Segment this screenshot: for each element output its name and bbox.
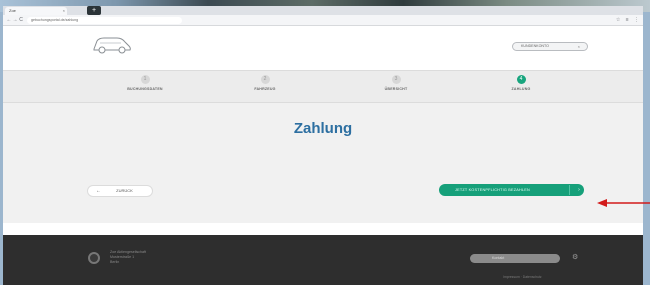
logo[interactable] xyxy=(91,34,133,56)
tab-title: Zoe xyxy=(9,8,16,13)
pay-button-label: JETZT KOSTENPFLICHTIG BEZAHLEN xyxy=(455,188,530,192)
step-label: ÜBERSICHT xyxy=(384,87,408,91)
reload-icon[interactable]: C xyxy=(18,17,24,23)
site-footer: Zoe Aktiengesellschaft Musterstraße 1 Be… xyxy=(3,235,643,285)
back-button-label: ZURÜCK xyxy=(116,188,133,193)
account-label: KUNDENKONTO xyxy=(521,44,549,48)
footer-contact-button[interactable]: Kontakt xyxy=(470,254,560,263)
back-button[interactable]: ← ZURÜCK xyxy=(87,185,153,197)
url-input[interactable]: gebuchungsportal.de/zahlung xyxy=(27,16,182,24)
address-bar: ← → C gebuchungsportal.de/zahlung ☆ ≡ ⋮ xyxy=(3,15,643,26)
button-divider xyxy=(569,185,570,195)
close-icon[interactable]: × xyxy=(63,7,65,15)
footer-logo xyxy=(88,252,100,264)
checkout-stepper: 1 BUCHUNGSDATEN 2 FAHRZEUG 3 ÜBERSICHT 4… xyxy=(3,70,643,103)
pay-now-button[interactable]: JETZT KOSTENPFLICHTIG BEZAHLEN › xyxy=(439,184,584,196)
step-label: FAHRZEUG xyxy=(254,87,276,91)
account-button[interactable]: KUNDENKONTO × xyxy=(512,42,588,51)
step-booking-data[interactable]: 1 BUCHUNGSDATEN xyxy=(105,75,185,91)
step-icon: 1 xyxy=(140,75,150,84)
browser-window: Zoe × + ← → C gebuchungsportal.de/zahlun… xyxy=(3,6,643,285)
settings-icon[interactable]: ⚙ xyxy=(572,253,578,261)
footer-address: Zoe Aktiengesellschaft Musterstraße 1 Be… xyxy=(110,250,146,265)
extensions-icon[interactable]: ≡ xyxy=(626,17,629,23)
page-title: Zahlung xyxy=(293,120,353,137)
browser-tab[interactable]: Zoe × xyxy=(5,7,67,15)
close-icon[interactable]: × xyxy=(578,43,580,50)
step-label: BUCHUNGSDATEN xyxy=(127,87,163,91)
footer-line: Berlin xyxy=(110,260,120,264)
main-content: Zahlung ← ZURÜCK JETZT KOSTENPFLICHTIG B… xyxy=(3,103,643,223)
tab-bar: Zoe × + xyxy=(3,6,643,15)
step-overview[interactable]: 3 ÜBERSICHT xyxy=(356,75,436,91)
new-tab-button[interactable]: + xyxy=(87,6,101,15)
browser-menu: ☆ ≡ ⋮ xyxy=(612,17,639,23)
chevron-right-icon: › xyxy=(578,187,580,193)
step-payment[interactable]: 4 ZAHLUNG xyxy=(481,75,561,91)
site-header: KUNDENKONTO × xyxy=(3,26,643,70)
step-label: ZAHLUNG xyxy=(511,87,531,91)
footer-links[interactable]: Impressum · Datenschutz xyxy=(503,275,542,279)
star-icon[interactable]: ☆ xyxy=(616,17,620,23)
step-vehicle[interactable]: 2 FAHRZEUG xyxy=(225,75,305,91)
more-icon[interactable]: ⋮ xyxy=(634,17,639,23)
step-icon: 4 xyxy=(516,75,526,84)
step-icon: 2 xyxy=(260,75,270,84)
arrow-left-icon: ← xyxy=(96,188,101,194)
annotation-arrow-icon xyxy=(597,199,650,207)
step-icon: 3 xyxy=(391,75,401,84)
